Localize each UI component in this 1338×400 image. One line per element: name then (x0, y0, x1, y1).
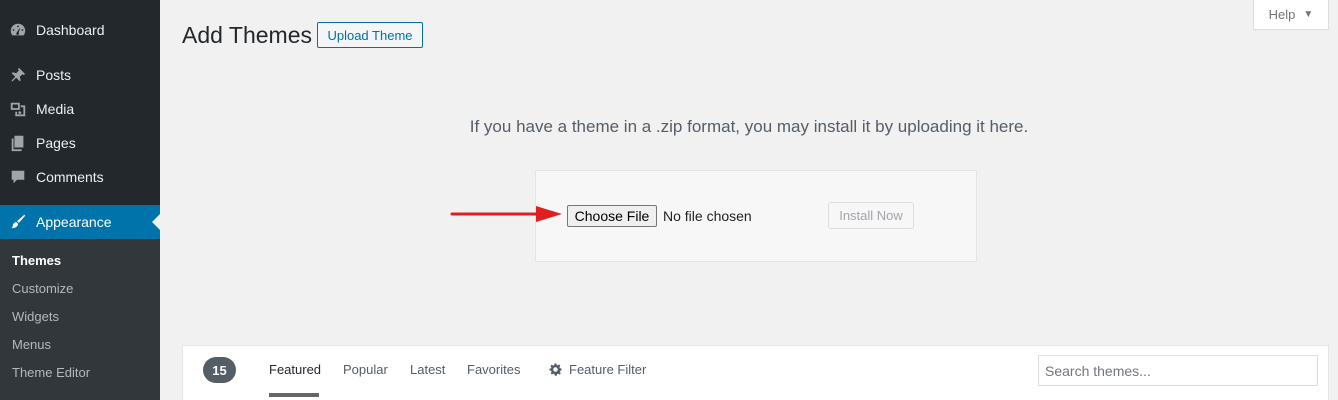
menu-label-comments: Comments (36, 169, 104, 185)
install-now-button: Install Now (828, 202, 914, 229)
page-title: Add Themes (182, 22, 312, 48)
upload-instructions: If you have a theme in a .zip format, yo… (469, 117, 1029, 136)
pages-icon (8, 133, 28, 153)
menu-label-posts: Posts (36, 67, 72, 83)
appearance-submenu: Themes Customize Widgets Menus Theme Edi… (0, 239, 160, 400)
comment-icon (8, 167, 28, 187)
menu-item-comments[interactable]: Comments (0, 160, 160, 194)
help-label: Help (1268, 7, 1296, 22)
search-themes-input[interactable] (1038, 355, 1318, 386)
red-arrow-annotation (450, 206, 562, 222)
current-tab-indicator (269, 393, 319, 397)
file-status: No file chosen (663, 208, 752, 224)
upload-theme-button[interactable]: Upload Theme (317, 22, 423, 48)
menu-label-pages: Pages (36, 135, 76, 151)
theme-count-badge: 15 (203, 357, 236, 383)
menu-item-posts[interactable]: Posts (0, 58, 160, 92)
feature-filter-button[interactable]: Feature Filter (548, 362, 646, 377)
menu-label-dashboard: Dashboard (36, 22, 105, 38)
caret-down-icon: ▼ (1303, 9, 1314, 20)
tab-latest[interactable]: Latest (410, 362, 445, 377)
menu-label-media: Media (36, 101, 75, 117)
submenu-customize[interactable]: Customize (12, 281, 73, 296)
menu-item-appearance[interactable]: Appearance (0, 205, 160, 239)
tab-favorites[interactable]: Favorites (467, 362, 520, 377)
pin-icon (8, 65, 28, 85)
active-menu-pointer (152, 214, 160, 230)
gear-icon (549, 363, 562, 376)
media-icon (8, 99, 28, 119)
menu-item-dashboard[interactable]: Dashboard (0, 13, 160, 47)
menu-item-media[interactable]: Media (0, 92, 160, 126)
help-tab[interactable]: Help ▼ (1253, 0, 1329, 30)
submenu-menus[interactable]: Menus (12, 337, 51, 352)
submenu-widgets[interactable]: Widgets (12, 309, 59, 324)
tab-featured[interactable]: Featured (269, 362, 321, 377)
feature-filter-label: Feature Filter (569, 362, 647, 377)
submenu-themes[interactable]: Themes (12, 253, 61, 268)
tab-popular[interactable]: Popular (343, 362, 388, 377)
dashboard-icon (8, 20, 28, 40)
admin-sidebar: Dashboard Posts Media Pages Comments App… (0, 0, 160, 400)
brush-icon (8, 212, 28, 232)
submenu-theme-editor[interactable]: Theme Editor (12, 365, 90, 380)
menu-label-appearance: Appearance (36, 214, 112, 230)
menu-item-pages[interactable]: Pages (0, 126, 160, 160)
choose-file-button[interactable]: Choose File (567, 205, 657, 227)
